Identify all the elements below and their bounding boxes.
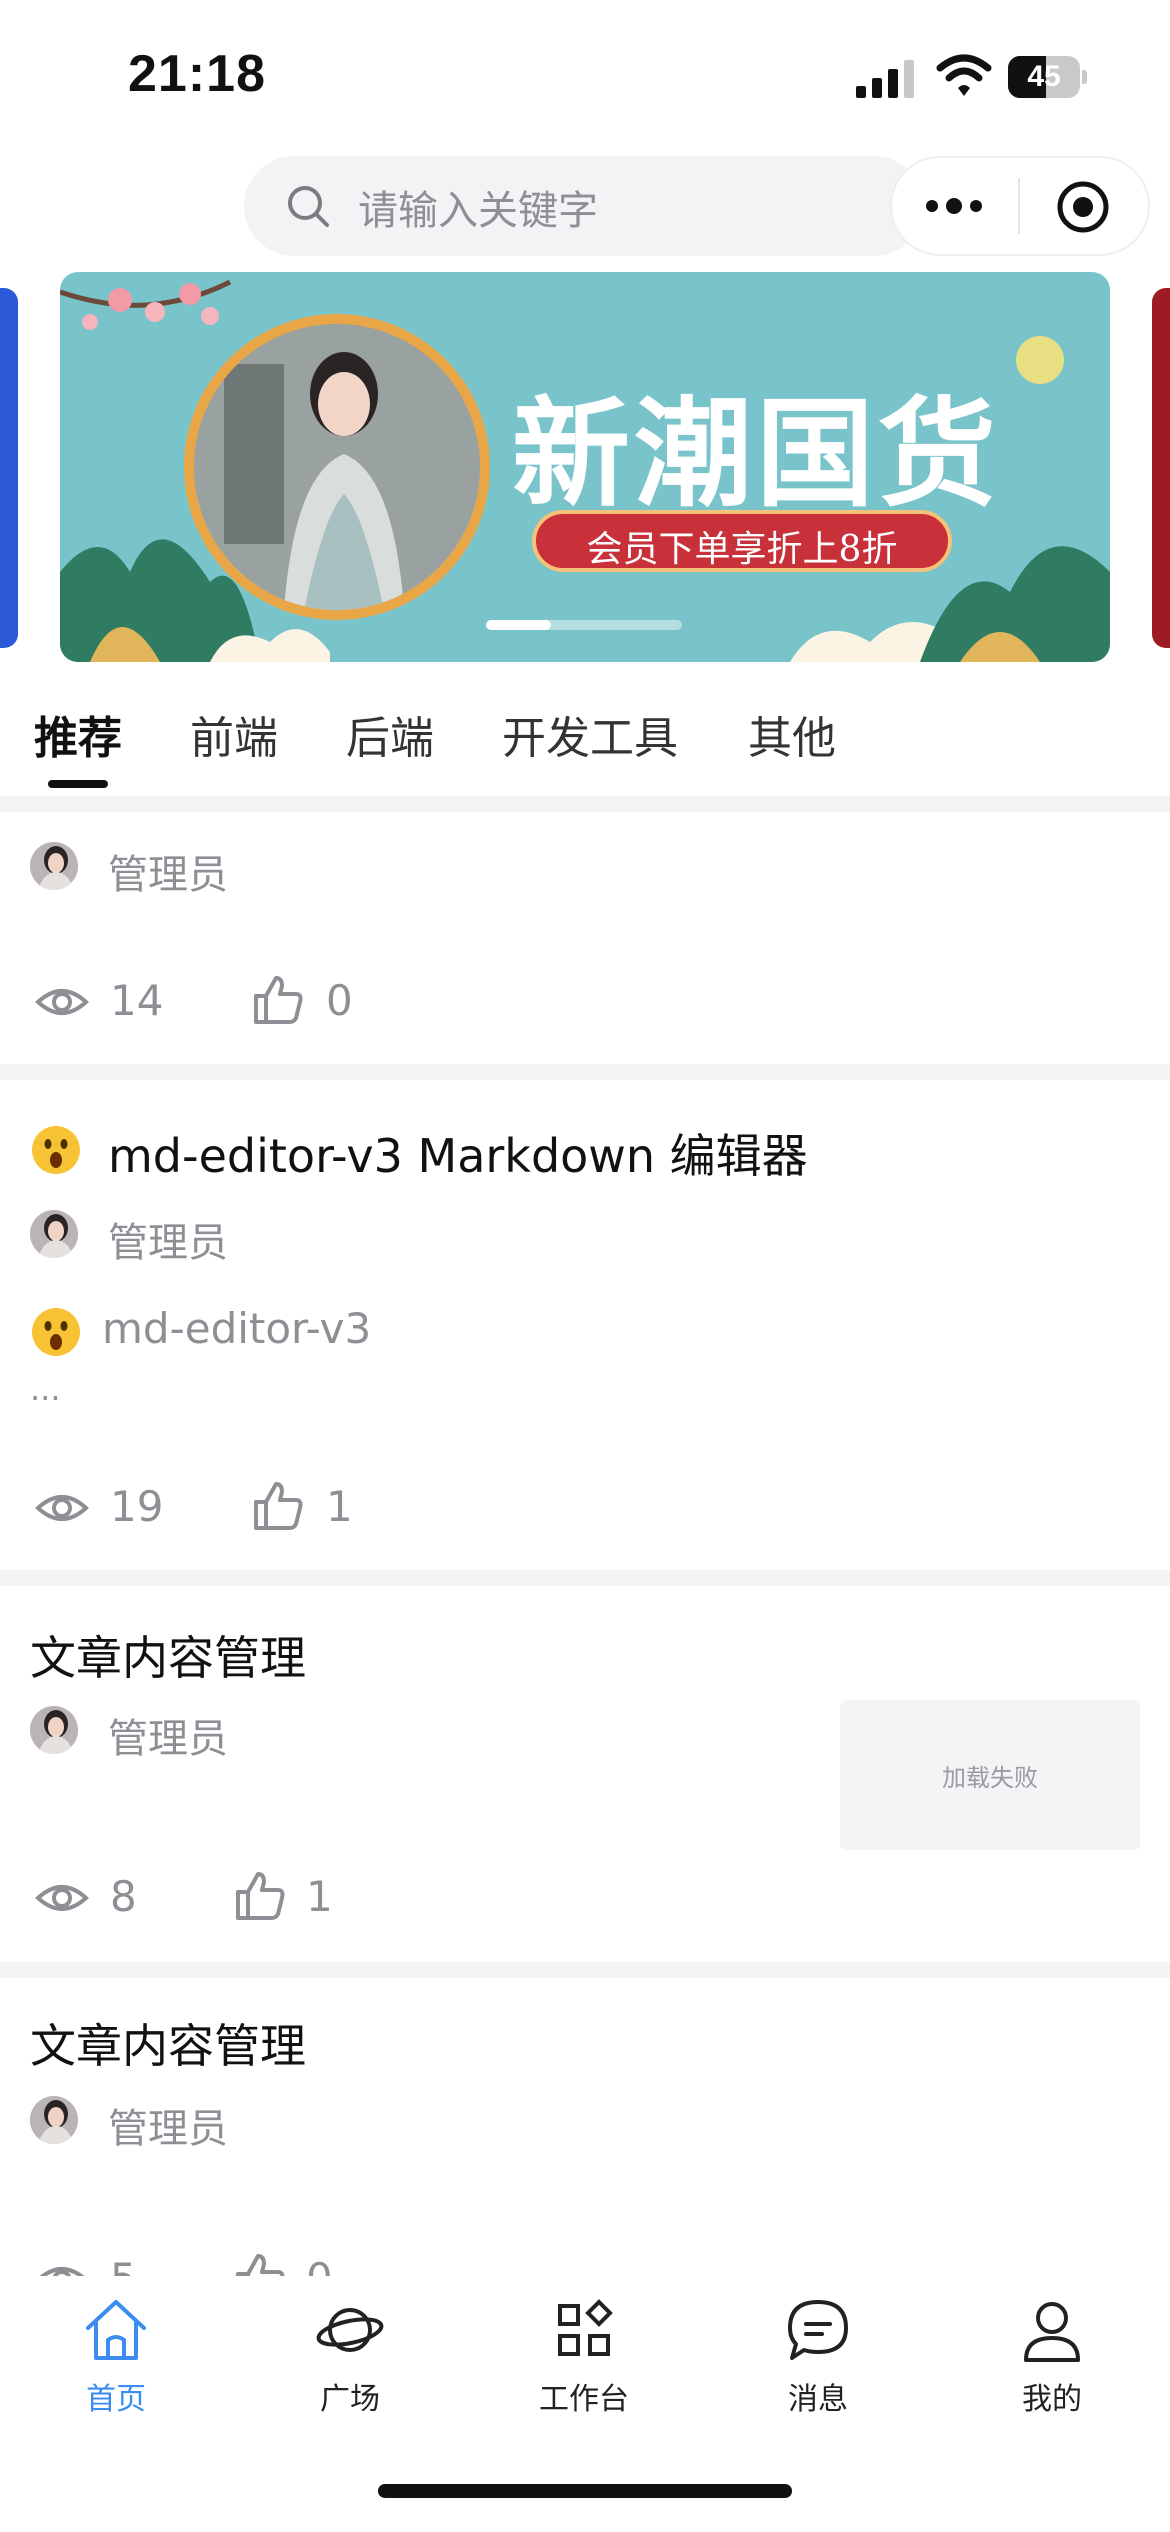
close-miniprogram-icon[interactable]: [1056, 180, 1110, 234]
astonished-face-icon: [32, 1308, 80, 1356]
like-count: 0: [326, 976, 353, 1025]
thumbs-up-icon[interactable]: [250, 1478, 306, 1534]
tabbar-label: 首页: [86, 2382, 146, 2417]
cellular-signal-icon: [856, 60, 914, 98]
section-divider: [0, 796, 1170, 812]
eye-icon: [35, 989, 89, 1015]
post-title[interactable]: 文章内容管理: [30, 2010, 306, 2076]
user-icon: [1024, 2302, 1080, 2362]
avatar: [30, 842, 78, 890]
image-error-text: 加载失败: [942, 1764, 1038, 1792]
tabbar-item-plaza[interactable]: 广场: [260, 2296, 440, 2426]
battery-level: 45: [1027, 60, 1061, 93]
search-input[interactable]: 请输入关键字: [358, 178, 598, 236]
tab-backend[interactable]: 后端: [346, 702, 434, 766]
view-count: 19: [110, 1482, 164, 1531]
banner-title: 新潮国货: [512, 384, 1001, 523]
tab-other[interactable]: 其他: [748, 702, 836, 766]
view-count: 14: [110, 976, 164, 1025]
author-name: 管理员: [108, 2106, 228, 2152]
tab-dev-tools[interactable]: 开发工具: [502, 702, 678, 766]
banner-next-slide[interactable]: [1152, 288, 1170, 648]
more-icon[interactable]: [924, 196, 984, 216]
home-indicator[interactable]: [378, 2484, 792, 2498]
avatar: [30, 1210, 78, 1258]
planet-icon: [316, 2308, 384, 2352]
post-card[interactable]: 文章内容管理 管理员 5 0: [0, 1978, 1170, 2303]
section-divider: [0, 1962, 1170, 1978]
post-excerpt-ellipsis: ...: [30, 1370, 61, 1408]
like-count: 1: [306, 1872, 333, 1921]
banner-promo-pill: 会员下单享折上8折: [532, 510, 952, 572]
tabbar-item-home[interactable]: 首页: [26, 2296, 206, 2426]
avatar: [30, 1706, 78, 1754]
tab-active-indicator: [48, 780, 108, 788]
avatar: [30, 2096, 78, 2144]
carousel-indicator-active: [486, 620, 551, 630]
tabbar-label: 我的: [1022, 2382, 1082, 2417]
astonished-face-icon: [32, 1126, 80, 1174]
like-count: 1: [326, 1482, 353, 1531]
post-title[interactable]: 文章内容管理: [30, 1622, 306, 1688]
banner-subtitle: 会员下单享折上8折: [586, 529, 898, 570]
eye-icon: [35, 1495, 89, 1521]
thumbs-up-icon[interactable]: [232, 1868, 288, 1924]
tabbar-item-messages[interactable]: 消息: [728, 2296, 908, 2426]
post-thumbnail[interactable]: 加载失败: [840, 1700, 1140, 1850]
author-name: 管理员: [108, 1220, 228, 1266]
post-title[interactable]: md-editor-v3 Markdown 编辑器: [108, 1120, 808, 1186]
tabbar-item-mine[interactable]: 我的: [962, 2296, 1142, 2426]
chat-icon: [788, 2300, 848, 2360]
tabbar-item-workbench[interactable]: 工作台: [494, 2296, 674, 2426]
thumbs-up-icon[interactable]: [250, 972, 306, 1028]
tab-recommend[interactable]: 推荐: [34, 702, 122, 766]
tabbar-label: 消息: [788, 2382, 848, 2417]
author-name: 管理员: [108, 852, 228, 898]
tab-frontend[interactable]: 前端: [190, 702, 278, 766]
author-name: 管理员: [108, 1716, 228, 1762]
eye-icon: [35, 1885, 89, 1911]
apps-icon: [558, 2299, 613, 2356]
capsule-divider: [1018, 178, 1020, 234]
section-divider: [0, 1064, 1170, 1080]
tabbar-label: 工作台: [539, 2382, 629, 2417]
post-card[interactable]: 管理员 14 0: [0, 812, 1170, 1064]
home-icon: [86, 2300, 146, 2360]
wifi-icon: [936, 54, 992, 96]
status-time: 21:18: [128, 45, 266, 103]
battery-icon: 45: [1008, 56, 1088, 98]
tabbar-label: 广场: [320, 2382, 380, 2417]
view-count: 8: [110, 1872, 137, 1921]
search-icon: [288, 186, 329, 227]
banner-prev-slide[interactable]: [0, 288, 18, 648]
post-card[interactable]: md-editor-v3 Markdown 编辑器 管理员 md-editor-…: [0, 1080, 1170, 1570]
post-excerpt: md-editor-v3: [102, 1304, 372, 1353]
section-divider: [0, 1570, 1170, 1586]
banner-slide[interactable]: 新潮国货 会员下单享折上8折: [60, 272, 1110, 662]
model-photo: [194, 324, 480, 610]
